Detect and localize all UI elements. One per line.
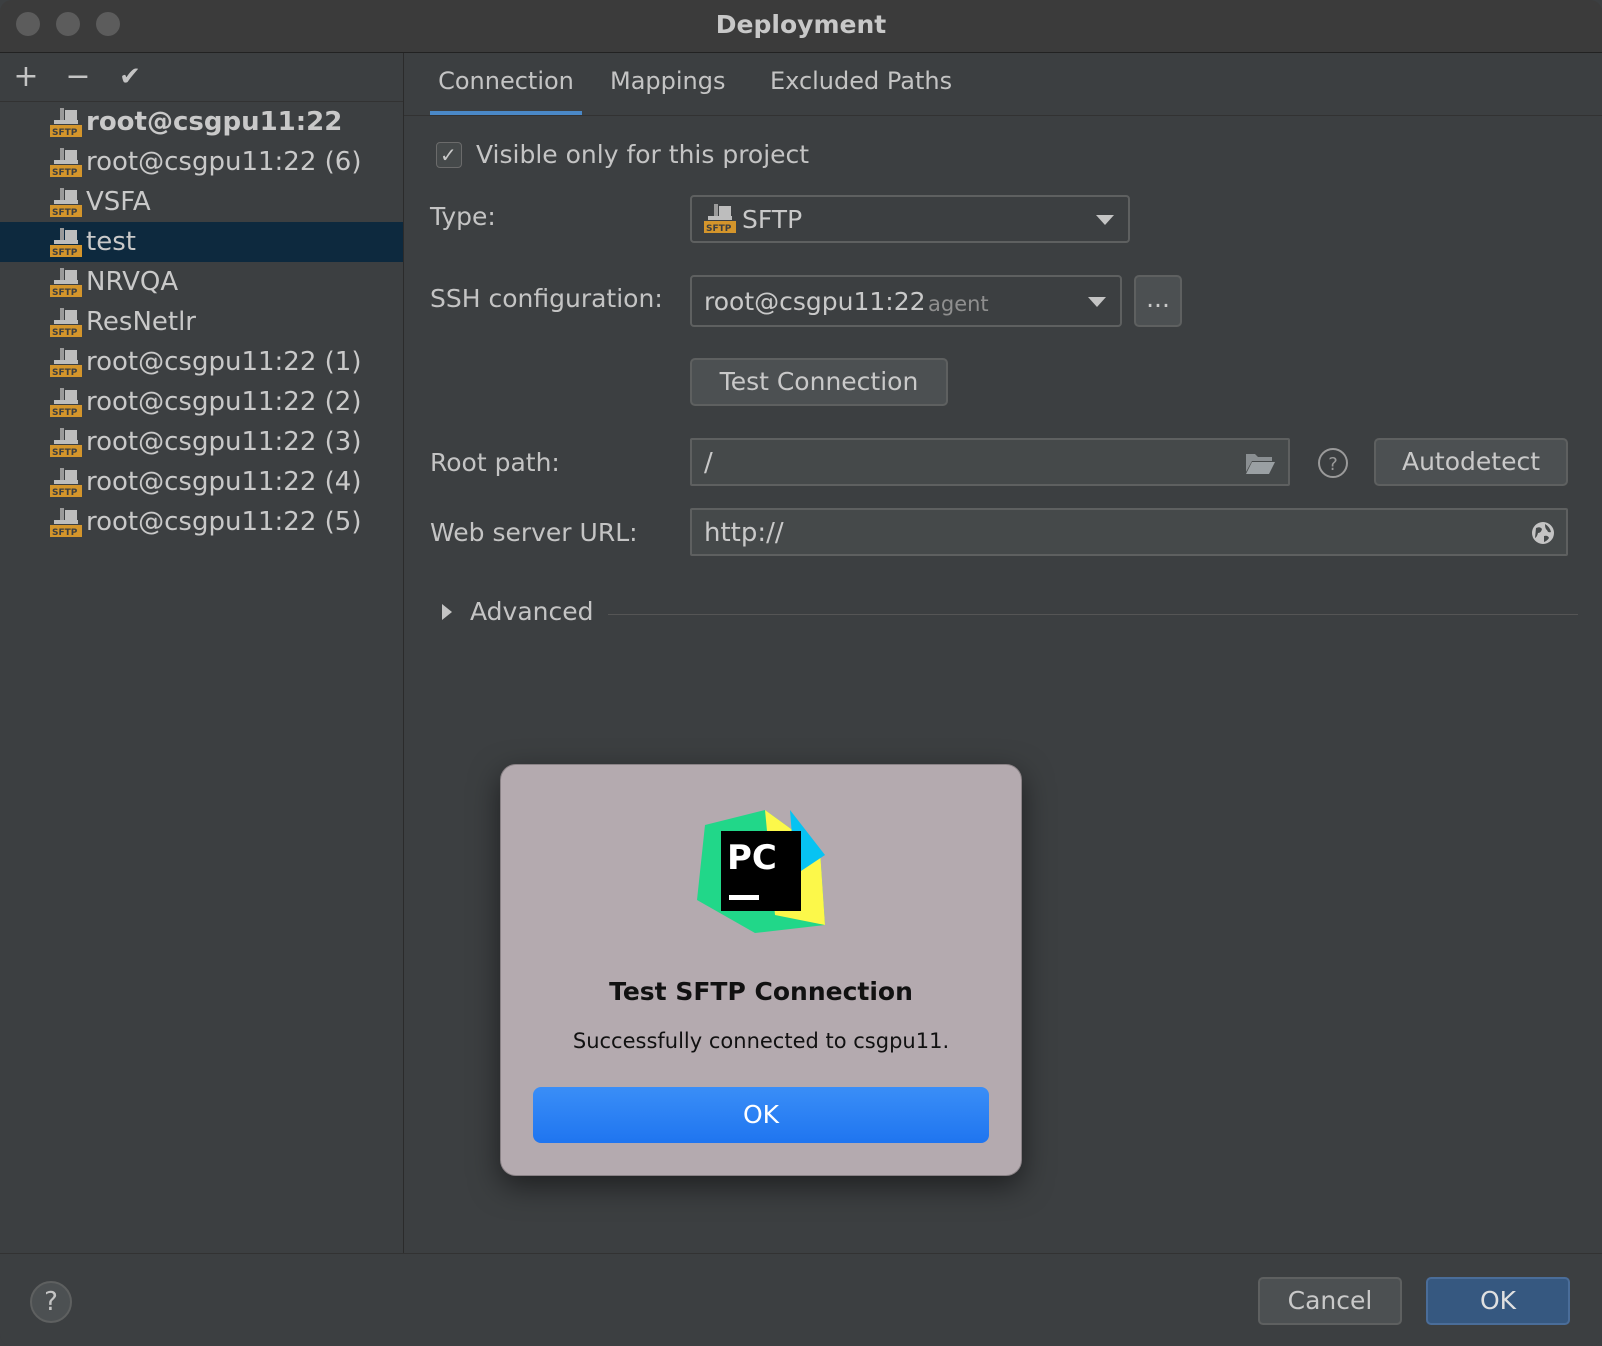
server-list-item[interactable]: SFTP root@csgpu11:22 (3): [0, 422, 403, 462]
server-name: NRVQA: [86, 267, 179, 297]
server-name: ResNetlr: [86, 307, 196, 337]
svg-text:?: ?: [1328, 454, 1338, 475]
dialog-message: Successfully connected to csgpu11.: [572, 1029, 950, 1053]
help-circle-icon[interactable]: ?: [1317, 447, 1349, 479]
server-list-item[interactable]: SFTP root@csgpu11:22 (2): [0, 382, 403, 422]
server-toolbar: + − ✔: [0, 53, 403, 102]
expand-arrow-icon[interactable]: [440, 602, 454, 622]
server-name: root@csgpu11:22 (1): [86, 347, 362, 377]
server-name: root@csgpu11:22 (2): [86, 387, 362, 417]
tab-mappings[interactable]: Mappings: [610, 53, 726, 115]
folder-icon[interactable]: [1244, 450, 1276, 476]
remove-server-button[interactable]: −: [60, 59, 96, 95]
chevron-down-icon: [1096, 215, 1114, 225]
server-list-panel: + − ✔ SFTP root@csgpu11:22 SFTP root@csgpu1…: [0, 53, 404, 1253]
sftp-icon: SFTP: [50, 188, 82, 218]
tab-excluded-paths[interactable]: Excluded Paths: [770, 53, 952, 115]
server-name: root@csgpu11:22: [86, 107, 343, 137]
visible-only-label: Visible only for this project: [476, 140, 810, 169]
sftp-icon: SFTP: [50, 228, 82, 258]
advanced-divider: [608, 614, 1578, 615]
ssh-config-dropdown[interactable]: root@csgpu11:22 agent: [690, 275, 1122, 327]
deployment-window: Deployment + − ✔ SFTP root@csgpu11:22 SFTP…: [0, 0, 1602, 1346]
globe-icon[interactable]: [1530, 520, 1556, 546]
server-list-item[interactable]: SFTP NRVQA: [0, 262, 403, 302]
server-list-item[interactable]: SFTP root@csgpu11:22: [0, 102, 403, 142]
web-server-url-label: Web server URL:: [430, 518, 638, 547]
server-name: test: [86, 227, 136, 257]
svg-text:SFTP: SFTP: [52, 368, 78, 378]
tab-bar: Connection Mappings Excluded Paths: [404, 53, 1602, 116]
server-list-item[interactable]: SFTP VSFA: [0, 182, 403, 222]
dialog-ok-button[interactable]: OK: [533, 1087, 989, 1143]
add-server-button[interactable]: +: [8, 59, 44, 95]
server-name: root@csgpu11:22 (6): [86, 147, 362, 177]
server-name: VSFA: [86, 187, 151, 217]
server-list-item[interactable]: SFTP ResNetlr: [0, 302, 403, 342]
web-server-url-value: http://: [704, 518, 784, 548]
sftp-icon: SFTP: [50, 148, 82, 178]
ok-button[interactable]: OK: [1426, 1277, 1570, 1325]
svg-text:SFTP: SFTP: [52, 128, 78, 138]
cancel-button[interactable]: Cancel: [1258, 1277, 1402, 1325]
svg-text:SFTP: SFTP: [52, 168, 78, 178]
ssh-config-value: root@csgpu11:22: [704, 287, 926, 316]
server-name: root@csgpu11:22 (5): [86, 507, 362, 537]
root-path-label: Root path:: [430, 448, 560, 477]
type-label: Type:: [430, 202, 496, 231]
tab-connection[interactable]: Connection: [430, 53, 582, 115]
checkmark-icon: ✓: [440, 143, 457, 167]
server-name: root@csgpu11:22 (3): [86, 427, 362, 457]
server-list: SFTP root@csgpu11:22 SFTP root@csgpu11:22 (…: [0, 102, 403, 542]
ssh-config-suffix: agent: [928, 292, 989, 316]
sftp-icon: SFTP: [50, 428, 82, 458]
root-path-input[interactable]: /: [690, 438, 1290, 486]
type-value: SFTP: [742, 205, 803, 234]
sftp-icon: SFTP: [704, 204, 736, 234]
window-title: Deployment: [715, 10, 887, 39]
svg-text:SFTP: SFTP: [52, 408, 78, 418]
svg-text:SFTP: SFTP: [52, 248, 78, 258]
dialog-footer: ? Cancel OK: [0, 1253, 1602, 1346]
web-server-url-input[interactable]: http://: [690, 508, 1568, 556]
test-connection-dialog: PC Test SFTP Connection Successfully con…: [500, 764, 1022, 1176]
sftp-icon: SFTP: [50, 308, 82, 338]
title-bar: Deployment: [0, 0, 1602, 53]
server-list-item[interactable]: SFTP root@csgpu11:22 (5): [0, 502, 403, 542]
svg-text:SFTP: SFTP: [52, 208, 78, 218]
sftp-icon: SFTP: [50, 268, 82, 298]
sftp-icon: SFTP: [50, 508, 82, 538]
server-name: root@csgpu11:22 (4): [86, 467, 362, 497]
svg-text:SFTP: SFTP: [706, 224, 732, 234]
server-list-item[interactable]: SFTP root@csgpu11:22 (1): [0, 342, 403, 382]
autodetect-button[interactable]: Autodetect: [1374, 438, 1568, 486]
sftp-icon: SFTP: [50, 348, 82, 378]
svg-text:SFTP: SFTP: [52, 288, 78, 298]
sftp-icon: SFTP: [50, 468, 82, 498]
ssh-config-label: SSH configuration:: [430, 284, 663, 313]
server-list-item[interactable]: SFTP test: [0, 222, 403, 262]
set-default-button[interactable]: ✔: [112, 59, 148, 95]
visible-only-checkbox[interactable]: ✓: [436, 142, 462, 168]
sftp-icon: SFTP: [50, 388, 82, 418]
server-list-item[interactable]: SFTP root@csgpu11:22 (6): [0, 142, 403, 182]
svg-text:SFTP: SFTP: [52, 488, 78, 498]
svg-text:SFTP: SFTP: [52, 528, 78, 538]
svg-text:SFTP: SFTP: [52, 448, 78, 458]
chevron-down-icon: [1088, 297, 1106, 307]
test-connection-button[interactable]: Test Connection: [690, 358, 948, 406]
pycharm-logo-icon: PC: [697, 810, 825, 933]
advanced-section-toggle[interactable]: Advanced: [470, 597, 594, 626]
type-dropdown[interactable]: SFTP SFTP: [690, 195, 1130, 243]
root-path-value: /: [704, 448, 713, 478]
dialog-title: Test SFTP Connection: [609, 977, 913, 1006]
ssh-config-more-button[interactable]: ...: [1134, 275, 1182, 327]
server-list-item[interactable]: SFTP root@csgpu11:22 (4): [0, 462, 403, 502]
help-button[interactable]: ?: [30, 1281, 72, 1323]
svg-text:SFTP: SFTP: [52, 328, 78, 338]
sftp-icon: SFTP: [50, 108, 82, 138]
pycharm-logo-text: PC: [727, 838, 777, 878]
